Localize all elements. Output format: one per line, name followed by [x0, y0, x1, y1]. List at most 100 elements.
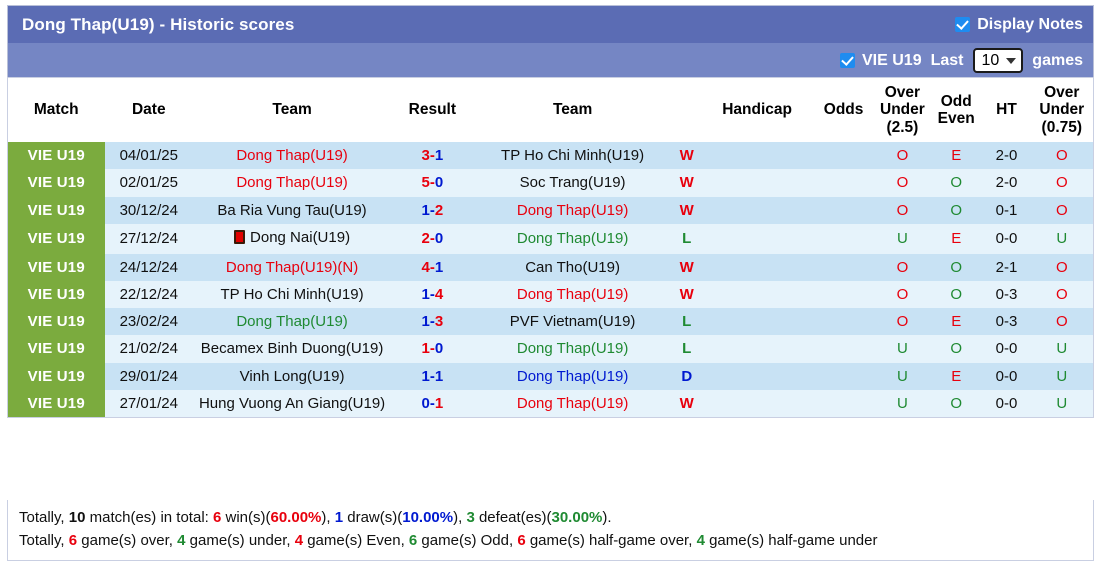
- table-row[interactable]: VIE U19 29/01/24 Vinh Long(U19) 1-1 Dong Tha…: [8, 362, 1093, 390]
- summary-total-matches: 10: [68, 509, 86, 526]
- home-team-name: Dong Thap(U19): [236, 313, 347, 330]
- row-handicap: [701, 362, 813, 390]
- col-header-date[interactable]: Date: [104, 78, 194, 143]
- row-away-team[interactable]: Dong Thap(U19): [473, 362, 672, 390]
- row-over-under-075: O: [1030, 169, 1093, 197]
- row-away-team[interactable]: Can Tho(U19): [473, 253, 672, 281]
- table-row[interactable]: VIE U19 30/12/24 Ba Ria Vung Tau(U19) 1-2 Do…: [8, 196, 1093, 224]
- row-home-team[interactable]: Dong Thap(U19): [193, 169, 392, 197]
- row-league-badge[interactable]: VIE U19: [8, 389, 105, 418]
- row-over-under-075: U: [1030, 362, 1093, 390]
- row-away-team[interactable]: Dong Thap(U19): [473, 335, 672, 363]
- row-away-team[interactable]: PVF Vietnam(U19): [473, 308, 672, 336]
- table-row[interactable]: VIE U19 27/12/24 Dong Nai(U19) 2-0 Dong Thap…: [8, 223, 1093, 254]
- row-league-badge[interactable]: VIE U19: [8, 280, 105, 309]
- home-team-label: Ba Ria Vung Tau(U19): [217, 201, 367, 219]
- row-away-team[interactable]: Dong Thap(U19): [473, 389, 672, 418]
- score-home: 1: [421, 367, 430, 385]
- col-header-odd-even[interactable]: Odd Even: [930, 78, 983, 143]
- summary-line-results: Totally, 10 match(es) in total: 6 win(s)…: [19, 506, 1083, 529]
- row-half-time-score: 0-0: [982, 362, 1031, 390]
- row-score[interactable]: 1-3: [391, 308, 474, 336]
- row-score[interactable]: 1-2: [391, 196, 474, 224]
- row-score[interactable]: 2-0: [391, 223, 474, 254]
- row-over-under-075: U: [1030, 223, 1093, 254]
- row-away-team[interactable]: Dong Thap(U19): [473, 223, 672, 254]
- home-team-name: TP Ho Chi Minh(U19): [221, 286, 364, 303]
- display-notes-checkbox[interactable]: [955, 17, 971, 32]
- col-header-ht[interactable]: HT: [982, 78, 1031, 143]
- table-row[interactable]: VIE U19 23/02/24 Dong Thap(U19) 1-3 PVF Viet…: [8, 308, 1093, 336]
- games-count-select[interactable]: 10: [972, 48, 1024, 73]
- row-home-team[interactable]: Dong Nai(U19): [193, 223, 392, 254]
- row-league-badge[interactable]: VIE U19: [8, 169, 105, 197]
- row-home-team[interactable]: Vinh Long(U19): [193, 362, 392, 390]
- col-header-away-team[interactable]: Team: [473, 78, 672, 143]
- row-score[interactable]: 1-1: [391, 362, 474, 390]
- row-score[interactable]: 4-1: [391, 253, 474, 281]
- col-header-odds[interactable]: Odds: [812, 78, 875, 143]
- col-header-over-under-075[interactable]: Over Under (0.75): [1030, 78, 1093, 143]
- home-team-name: Becamex Binh Duong(U19): [201, 340, 384, 357]
- row-home-team[interactable]: Dong Thap(U19): [193, 308, 392, 336]
- score-away: 3: [434, 313, 444, 331]
- row-over-under-075: O: [1030, 253, 1093, 281]
- league-filter-toggle[interactable]: VIE U19: [840, 52, 922, 70]
- row-score[interactable]: 5-0: [391, 169, 474, 197]
- row-score[interactable]: 1-0: [391, 335, 474, 363]
- away-team-label: TP Ho Chi Minh(U19): [501, 147, 645, 165]
- row-score[interactable]: 1-4: [391, 280, 474, 309]
- table-row[interactable]: VIE U19 27/01/24 Hung Vuong An Giang(U19) 0…: [8, 389, 1093, 418]
- row-league-badge[interactable]: VIE U19: [8, 196, 105, 224]
- row-odd-even: O: [930, 253, 983, 281]
- row-away-team[interactable]: TP Ho Chi Minh(U19): [473, 142, 672, 170]
- table-row[interactable]: VIE U19 22/12/24 TP Ho Chi Minh(U19) 1-4 Don…: [8, 280, 1093, 309]
- row-home-team[interactable]: Becamex Binh Duong(U19): [193, 335, 392, 363]
- table-row[interactable]: VIE U19 02/01/25 Dong Thap(U19) 5-0 Soc Tran…: [8, 169, 1093, 197]
- row-home-team[interactable]: Dong Thap(U19): [193, 142, 392, 170]
- score-away: 0: [434, 340, 444, 358]
- row-league-badge[interactable]: VIE U19: [8, 142, 105, 170]
- row-outcome: W: [671, 389, 702, 418]
- col-header-match[interactable]: Match: [8, 78, 105, 143]
- summary-l1-t6: ),: [453, 509, 467, 526]
- row-league-badge[interactable]: VIE U19: [8, 223, 105, 254]
- col-header-handicap[interactable]: Handicap: [701, 78, 813, 143]
- col-header-over-under[interactable]: Over Under (2.5): [874, 78, 931, 143]
- table-row[interactable]: VIE U19 04/01/25 Dong Thap(U19) 3-1 TP Ho Ch…: [8, 142, 1093, 170]
- away-team-label: Dong Thap(U19): [516, 367, 629, 385]
- red-card-icon: [234, 230, 246, 245]
- col-header-home-team[interactable]: Team: [193, 78, 392, 143]
- score-home: 1: [421, 285, 430, 303]
- row-home-team[interactable]: TP Ho Chi Minh(U19): [193, 280, 392, 309]
- summary-l1-t3: win(s)(: [221, 509, 271, 526]
- row-odds: [812, 196, 875, 224]
- row-league-badge[interactable]: VIE U19: [8, 253, 105, 281]
- table-row[interactable]: VIE U19 24/12/24 Dong Thap(U19)(N) 4-1 Can T…: [8, 253, 1093, 281]
- row-date: 04/01/25: [104, 142, 194, 170]
- table-row[interactable]: VIE U19 21/02/24 Becamex Binh Duong(U19) 1-…: [8, 335, 1093, 363]
- row-home-team[interactable]: Ba Ria Vung Tau(U19): [193, 196, 392, 224]
- row-league-badge[interactable]: VIE U19: [8, 308, 105, 336]
- away-team-name: Soc Trang(U19): [520, 174, 626, 191]
- col-header-result[interactable]: Result: [391, 78, 474, 143]
- away-team-name: Dong Thap(U19): [517, 340, 628, 357]
- row-score[interactable]: 3-1: [391, 142, 474, 170]
- row-away-team[interactable]: Soc Trang(U19): [473, 169, 672, 197]
- row-odd-even: O: [930, 335, 983, 363]
- row-away-team[interactable]: Dong Thap(U19): [473, 280, 672, 309]
- row-home-team[interactable]: Dong Thap(U19)(N): [193, 253, 392, 281]
- row-league-badge[interactable]: VIE U19: [8, 362, 105, 390]
- row-home-team[interactable]: Hung Vuong An Giang(U19): [193, 389, 392, 418]
- col-header-over-under-line3: (2.5): [886, 118, 919, 136]
- league-filter-checkbox[interactable]: [840, 53, 855, 68]
- home-team-label: Dong Thap(U19): [236, 313, 348, 331]
- summary-l2-t6: game(s) half-game over,: [525, 532, 697, 550]
- row-away-team[interactable]: Dong Thap(U19): [473, 196, 672, 224]
- summary-l2-t2: game(s) over,: [77, 532, 178, 550]
- row-league-badge[interactable]: VIE U19: [8, 335, 105, 363]
- games-count-value: 10: [981, 51, 1000, 69]
- row-score[interactable]: 0-1: [391, 389, 474, 418]
- row-handicap: [701, 280, 813, 309]
- display-notes-toggle[interactable]: Display Notes: [955, 16, 1083, 34]
